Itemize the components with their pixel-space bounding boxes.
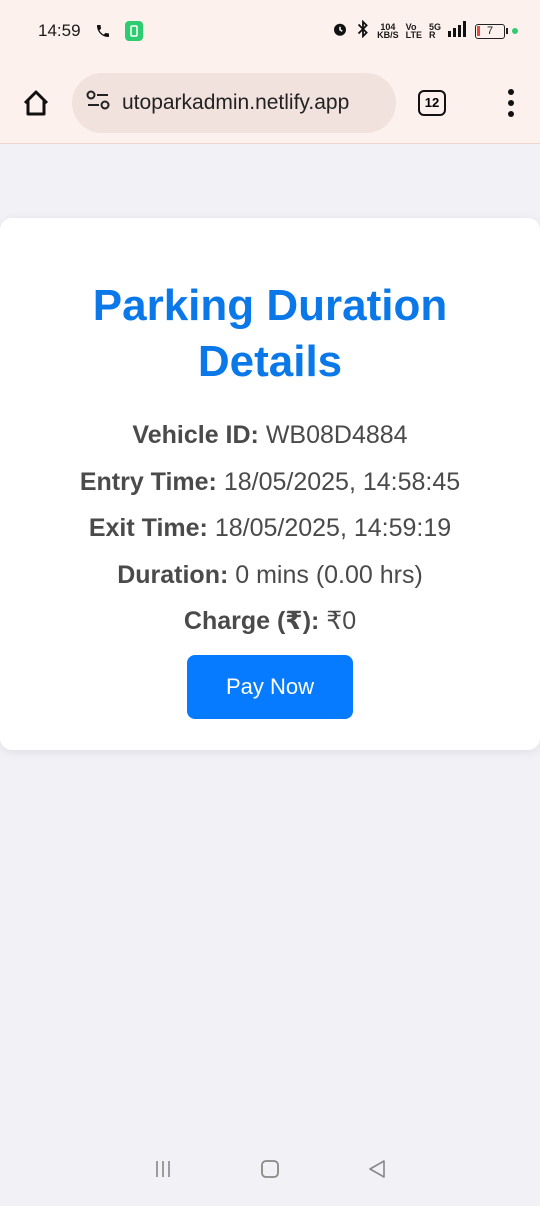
recent-apps-icon[interactable] bbox=[152, 1158, 174, 1185]
charge-row: Charge (₹): ₹0 bbox=[0, 598, 540, 645]
back-icon[interactable] bbox=[366, 1158, 388, 1185]
menu-icon[interactable] bbox=[508, 88, 514, 117]
entry-time-value: 18/05/2025, 14:58:45 bbox=[223, 467, 461, 496]
home-nav-icon[interactable] bbox=[259, 1158, 281, 1185]
system-nav-bar bbox=[0, 1136, 540, 1206]
app-notification-icon bbox=[124, 21, 143, 41]
battery-icon: 7 bbox=[475, 23, 508, 39]
details-list: Vehicle ID: WB08D4884 Entry Time: 18/05/… bbox=[0, 412, 540, 645]
network-type: 5G R bbox=[428, 22, 441, 40]
bluetooth-icon bbox=[356, 19, 370, 43]
home-button[interactable] bbox=[18, 85, 54, 121]
signal-icon bbox=[448, 20, 468, 42]
charge-label: Charge (₹): bbox=[183, 607, 320, 635]
exit-time-value: 18/05/2025, 14:59:19 bbox=[214, 514, 452, 542]
duration-label: Duration: bbox=[117, 560, 229, 589]
url-text[interactable]: utoparkadmin.netlify.app bbox=[122, 91, 349, 115]
privacy-dot bbox=[512, 28, 518, 34]
tabs-button[interactable]: 12 bbox=[418, 89, 446, 116]
site-settings-icon[interactable] bbox=[86, 90, 110, 115]
vehicle-id-row: Vehicle ID: WB08D4884 bbox=[0, 412, 540, 459]
page-title: Parking Duration Details bbox=[92, 281, 448, 386]
duration-row: Duration: 0 mins (0.00 hrs) bbox=[0, 552, 540, 599]
entry-time-label: Entry Time: bbox=[79, 467, 217, 496]
exit-time-row: Exit Time: 18/05/2025, 14:59:19 bbox=[0, 505, 540, 552]
entry-time-row: Entry Time: 18/05/2025, 14:58:45 bbox=[0, 459, 540, 506]
network-speed: 104 KB/S bbox=[377, 22, 399, 40]
vehicle-id-label: Vehicle ID: bbox=[132, 421, 259, 449]
vehicle-id-value: WB08D4884 bbox=[265, 421, 408, 449]
exit-time-label: Exit Time: bbox=[88, 514, 208, 542]
charge-value: ₹0 bbox=[326, 607, 357, 635]
status-bar: 14:59 104 KB/S Vo LTE 5G R 7 bbox=[0, 0, 540, 62]
status-time: 14:59 bbox=[38, 21, 81, 40]
duration-value: 0 mins (0.00 hrs) bbox=[235, 560, 423, 589]
address-bar[interactable]: utoparkadmin.netlify.app bbox=[72, 72, 396, 133]
tab-count: 12 bbox=[424, 95, 440, 110]
phone-icon bbox=[95, 23, 111, 39]
browser-toolbar: utoparkadmin.netlify.app 12 bbox=[0, 62, 540, 144]
pay-now-button[interactable]: Pay Now bbox=[187, 654, 353, 719]
volte-indicator: Vo LTE bbox=[405, 22, 422, 40]
parking-details-card: Parking Duration Details Vehicle ID: WB0… bbox=[0, 218, 540, 750]
alarm-icon bbox=[331, 20, 349, 43]
home-icon bbox=[23, 90, 49, 115]
